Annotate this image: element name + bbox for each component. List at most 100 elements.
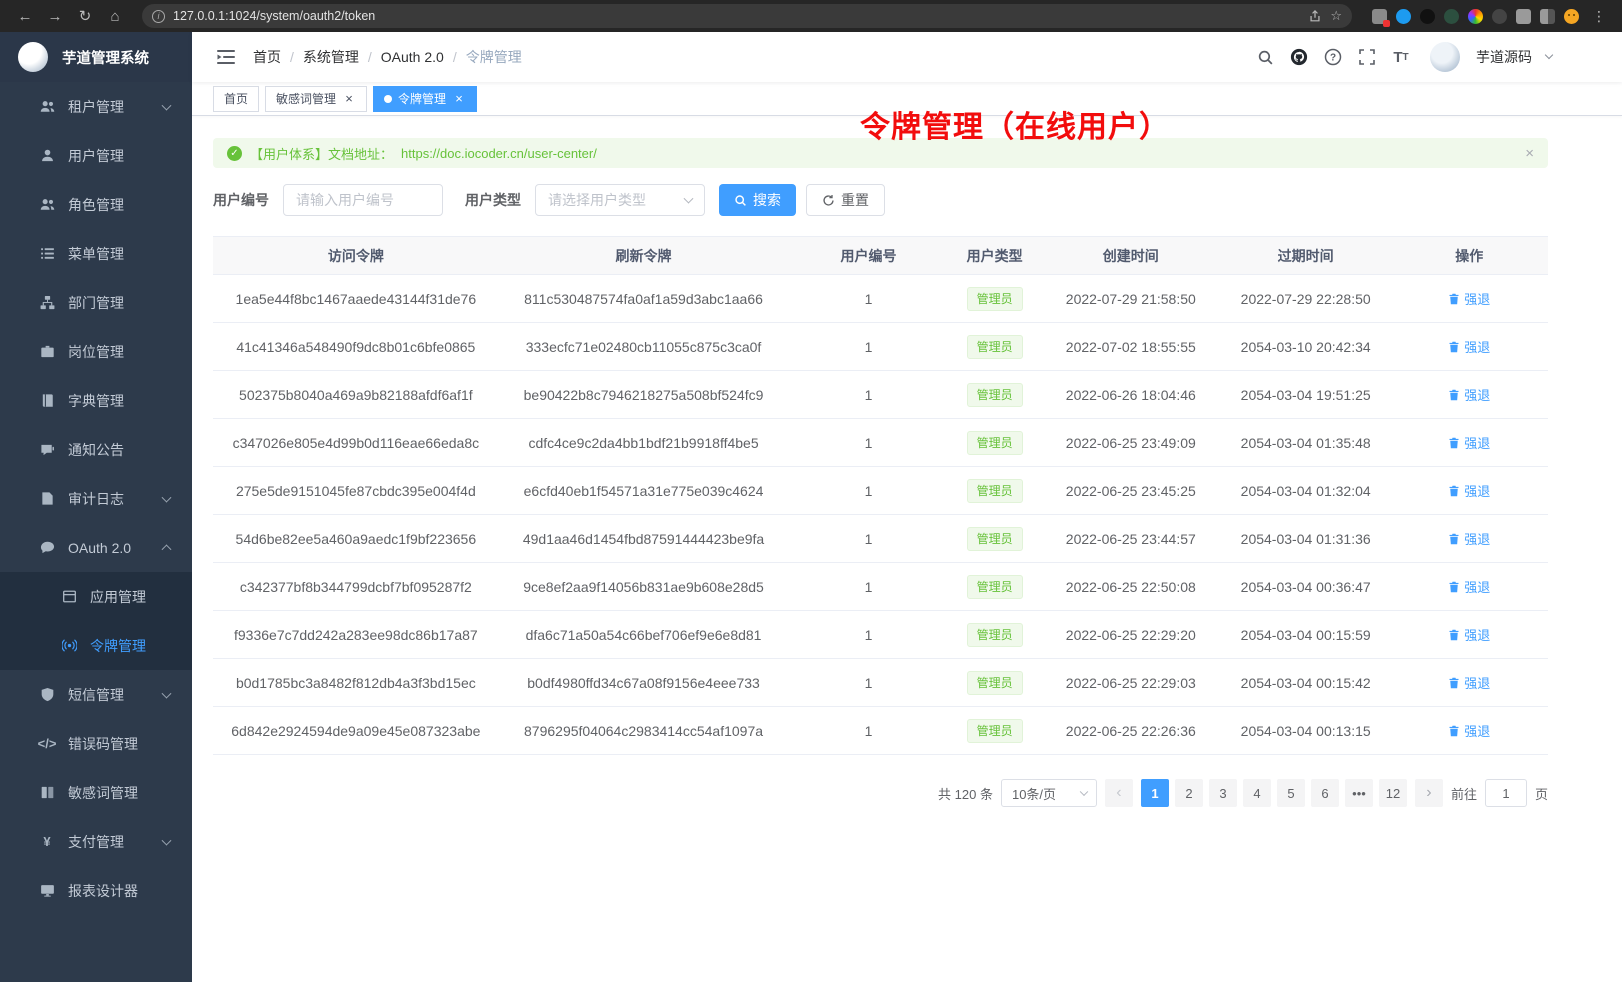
- force-logout-label: 强退: [1464, 529, 1490, 548]
- force-logout-label: 强退: [1464, 289, 1490, 308]
- tab-home[interactable]: 首页: [213, 86, 259, 112]
- breadcrumb: 首页 / 系统管理 / OAuth 2.0 / 令牌管理: [253, 47, 522, 67]
- user-type-badge: 管理员: [967, 335, 1023, 359]
- force-logout-button[interactable]: 强退: [1448, 529, 1490, 548]
- page-button[interactable]: 6: [1311, 779, 1339, 807]
- bookmark-star-icon[interactable]: ☆: [1330, 8, 1342, 24]
- next-page-button[interactable]: ›: [1415, 779, 1443, 807]
- sidebar-item-audit-log[interactable]: 审计日志: [0, 474, 192, 523]
- breadcrumb-oauth[interactable]: OAuth 2.0: [381, 49, 444, 65]
- forward-icon[interactable]: →: [42, 4, 68, 28]
- force-logout-button[interactable]: 强退: [1448, 721, 1490, 740]
- sidebar-item-oauth[interactable]: OAuth 2.0: [0, 523, 192, 572]
- app-title: 芋道管理系统: [62, 47, 149, 68]
- sidebar-item-payment[interactable]: ¥ 支付管理: [0, 817, 192, 866]
- extension-icon[interactable]: [1492, 9, 1507, 24]
- refresh-token-cell: cdfc4ce9c2da4bb1bdf21b9918ff4be5: [499, 419, 789, 467]
- share-icon[interactable]: [1308, 9, 1322, 23]
- reset-button[interactable]: 重置: [806, 184, 885, 216]
- user-type-select[interactable]: 请选择用户类型: [535, 184, 705, 216]
- site-info-icon[interactable]: i: [152, 10, 165, 23]
- tab-sensitive-words[interactable]: 敏感词管理 ×: [265, 86, 367, 112]
- extension-icon[interactable]: [1468, 9, 1483, 24]
- breadcrumb-home[interactable]: 首页: [253, 47, 281, 67]
- page-button[interactable]: 3: [1209, 779, 1237, 807]
- force-logout-button[interactable]: 强退: [1448, 337, 1490, 356]
- force-logout-button[interactable]: 强退: [1448, 625, 1490, 644]
- user-id-input[interactable]: [283, 184, 443, 216]
- search-icon[interactable]: [1252, 44, 1278, 70]
- browser-profile-avatar[interactable]: [1564, 9, 1579, 24]
- user-type-badge: 管理员: [967, 623, 1023, 647]
- user-avatar[interactable]: [1430, 42, 1460, 72]
- sidebar-item-tenant[interactable]: 租户管理: [0, 82, 192, 131]
- force-logout-button[interactable]: 强退: [1448, 289, 1490, 308]
- close-icon[interactable]: ×: [1525, 145, 1534, 162]
- sidebar-item-sms[interactable]: 短信管理: [0, 670, 192, 719]
- address-bar[interactable]: i 127.0.0.1:1024/system/oauth2/token ☆: [142, 4, 1352, 28]
- table-row: 1ea5e44f8bc1467aaede43144f31de76 811c530…: [213, 275, 1548, 323]
- extension-icon[interactable]: [1420, 9, 1435, 24]
- app-logo[interactable]: 芋道管理系统: [0, 32, 192, 82]
- github-icon[interactable]: [1286, 44, 1312, 70]
- sidebar-item-report-designer[interactable]: 报表设计器: [0, 866, 192, 915]
- force-logout-label: 强退: [1464, 337, 1490, 356]
- force-logout-button[interactable]: 强退: [1448, 673, 1490, 692]
- sidebar-item-label: 角色管理: [68, 195, 124, 215]
- chevron-down-icon[interactable]: [1545, 51, 1553, 59]
- tab-token-manage[interactable]: 令牌管理 ×: [373, 86, 477, 112]
- help-icon[interactable]: ?: [1320, 44, 1346, 70]
- close-icon[interactable]: ×: [342, 92, 356, 106]
- goto-page-input[interactable]: [1485, 779, 1527, 807]
- breadcrumb-current: 令牌管理: [466, 47, 522, 67]
- prev-page-button[interactable]: ‹: [1105, 779, 1133, 807]
- home-icon[interactable]: ⌂: [102, 4, 128, 28]
- page-button[interactable]: 4: [1243, 779, 1271, 807]
- sidebar-item-user[interactable]: 用户管理: [0, 131, 192, 180]
- close-icon[interactable]: ×: [452, 92, 466, 106]
- reload-icon[interactable]: ↻: [72, 4, 98, 28]
- expire-time-cell: 2022-07-29 22:28:50: [1221, 275, 1391, 323]
- browser-menu-icon[interactable]: ⋮: [1588, 8, 1610, 25]
- extension-icon[interactable]: [1396, 9, 1411, 24]
- page-button[interactable]: •••: [1345, 779, 1373, 807]
- sidebar-item-error-code[interactable]: </> 错误码管理: [0, 719, 192, 768]
- search-button-label: 搜索: [753, 190, 781, 210]
- font-size-icon[interactable]: TT: [1388, 44, 1414, 70]
- extension-icon[interactable]: [1444, 9, 1459, 24]
- delete-icon: [1448, 389, 1460, 401]
- url-text[interactable]: 127.0.0.1:1024/system/oauth2/token: [173, 9, 1300, 23]
- page-button[interactable]: 5: [1277, 779, 1305, 807]
- sidebar-item-token-manage[interactable]: 令牌管理: [0, 621, 192, 670]
- force-logout-button[interactable]: 强退: [1448, 481, 1490, 500]
- sidebar-item-post[interactable]: 岗位管理: [0, 327, 192, 376]
- back-icon[interactable]: ←: [12, 4, 38, 28]
- breadcrumb-system[interactable]: 系统管理: [303, 47, 359, 67]
- sidebar-item-notice[interactable]: 通知公告: [0, 425, 192, 474]
- sidebar-item-dept[interactable]: 部门管理: [0, 278, 192, 327]
- sidebar-item-dict[interactable]: 字典管理: [0, 376, 192, 425]
- search-button[interactable]: 搜索: [719, 184, 796, 216]
- side-panel-icon[interactable]: [1540, 9, 1555, 24]
- sidebar-toggle-icon[interactable]: [217, 49, 235, 65]
- force-logout-button[interactable]: 强退: [1448, 433, 1490, 452]
- doc-link[interactable]: https://doc.iocoder.cn/user-center/: [401, 146, 597, 161]
- page-size-select[interactable]: 10条/页: [1001, 779, 1097, 807]
- force-logout-button[interactable]: 强退: [1448, 577, 1490, 596]
- user-type-badge: 管理员: [967, 719, 1023, 743]
- extensions-puzzle-icon[interactable]: [1516, 9, 1531, 24]
- page-button[interactable]: 2: [1175, 779, 1203, 807]
- sidebar-item-sensitive-words[interactable]: 敏感词管理: [0, 768, 192, 817]
- user-name[interactable]: 芋道源码: [1476, 47, 1532, 67]
- sidebar-item-label: 租户管理: [68, 97, 124, 117]
- page-button[interactable]: 1: [1141, 779, 1169, 807]
- sidebar-item-role[interactable]: 角色管理: [0, 180, 192, 229]
- delete-icon: [1448, 437, 1460, 449]
- page-button[interactable]: 12: [1379, 779, 1407, 807]
- fullscreen-icon[interactable]: [1354, 44, 1380, 70]
- sidebar-item-app-manage[interactable]: 应用管理: [0, 572, 192, 621]
- sidebar-item-label: 错误码管理: [68, 734, 138, 754]
- extension-icon[interactable]: [1372, 9, 1387, 24]
- sidebar-item-menu[interactable]: 菜单管理: [0, 229, 192, 278]
- force-logout-button[interactable]: 强退: [1448, 385, 1490, 404]
